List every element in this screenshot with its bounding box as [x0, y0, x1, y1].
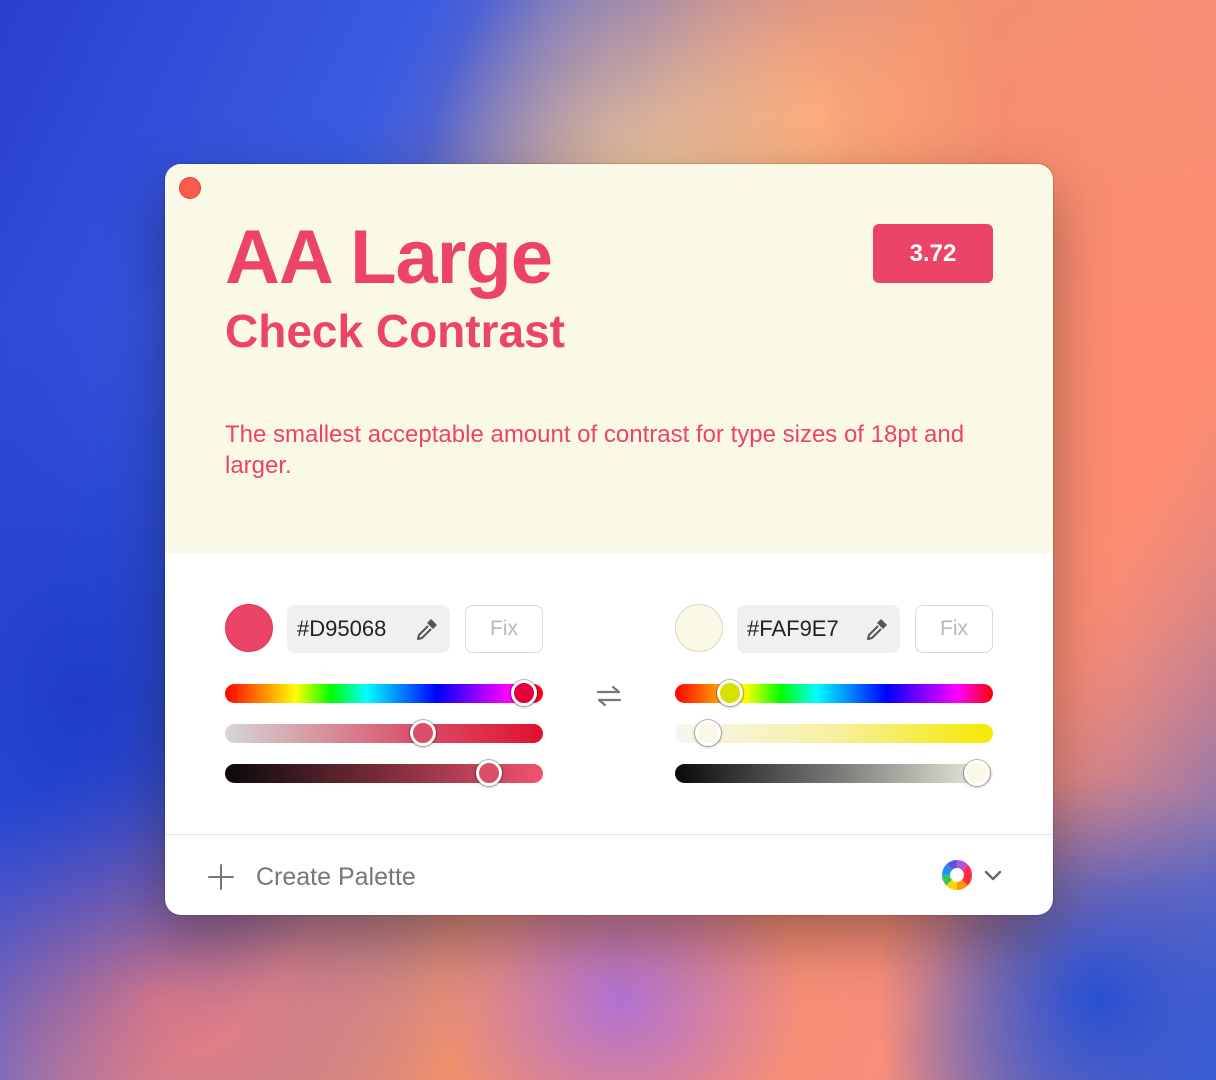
result-panel: AA Large Check Contrast 3.72 The smalles…	[165, 164, 1053, 553]
background-hue-knob[interactable]	[717, 680, 743, 706]
foreground-fix-button[interactable]: Fix	[465, 605, 543, 653]
contrast-ratio-badge: 3.72	[873, 224, 993, 283]
foreground-hue-slider[interactable]	[225, 680, 543, 706]
foreground-brightness-knob[interactable]	[476, 760, 502, 786]
foreground-saturation-knob[interactable]	[410, 720, 436, 746]
swap-icon[interactable]	[594, 682, 624, 710]
close-icon[interactable]	[179, 177, 201, 199]
background-hex-value[interactable]: #FAF9E7	[747, 605, 839, 653]
foreground-saturation-slider[interactable]	[225, 720, 543, 746]
chevron-down-icon[interactable]	[983, 866, 1003, 884]
foreground-brightness-slider[interactable]	[225, 760, 543, 786]
background-saturation-slider[interactable]	[675, 720, 993, 746]
background-saturation-knob[interactable]	[695, 720, 721, 746]
background-hex-field[interactable]: #FAF9E7	[737, 605, 900, 653]
foreground-hex-value[interactable]: #D95068	[297, 605, 386, 653]
foreground-hue-knob[interactable]	[511, 680, 537, 706]
create-palette-button[interactable]: Create Palette	[256, 860, 416, 894]
background-fix-button[interactable]: Fix	[915, 605, 993, 653]
background-swatch[interactable]	[675, 604, 723, 652]
eyedropper-icon[interactable]	[864, 616, 890, 642]
background-brightness-slider[interactable]	[675, 760, 993, 786]
page-subtitle: Check Contrast	[225, 305, 565, 357]
background-hue-slider[interactable]	[675, 680, 993, 706]
eyedropper-icon[interactable]	[414, 616, 440, 642]
rating-description: The smallest acceptable amount of contra…	[225, 421, 965, 479]
plus-icon[interactable]	[207, 863, 235, 891]
foreground-swatch[interactable]	[225, 604, 273, 652]
foreground-hex-field[interactable]: #D95068	[287, 605, 450, 653]
contrast-window: AA Large Check Contrast 3.72 The smalles…	[165, 164, 1053, 915]
rating-title: AA Large	[225, 215, 553, 300]
background-brightness-knob[interactable]	[964, 760, 990, 786]
footer-divider	[165, 834, 1053, 835]
color-wheel-icon[interactable]	[941, 859, 973, 891]
